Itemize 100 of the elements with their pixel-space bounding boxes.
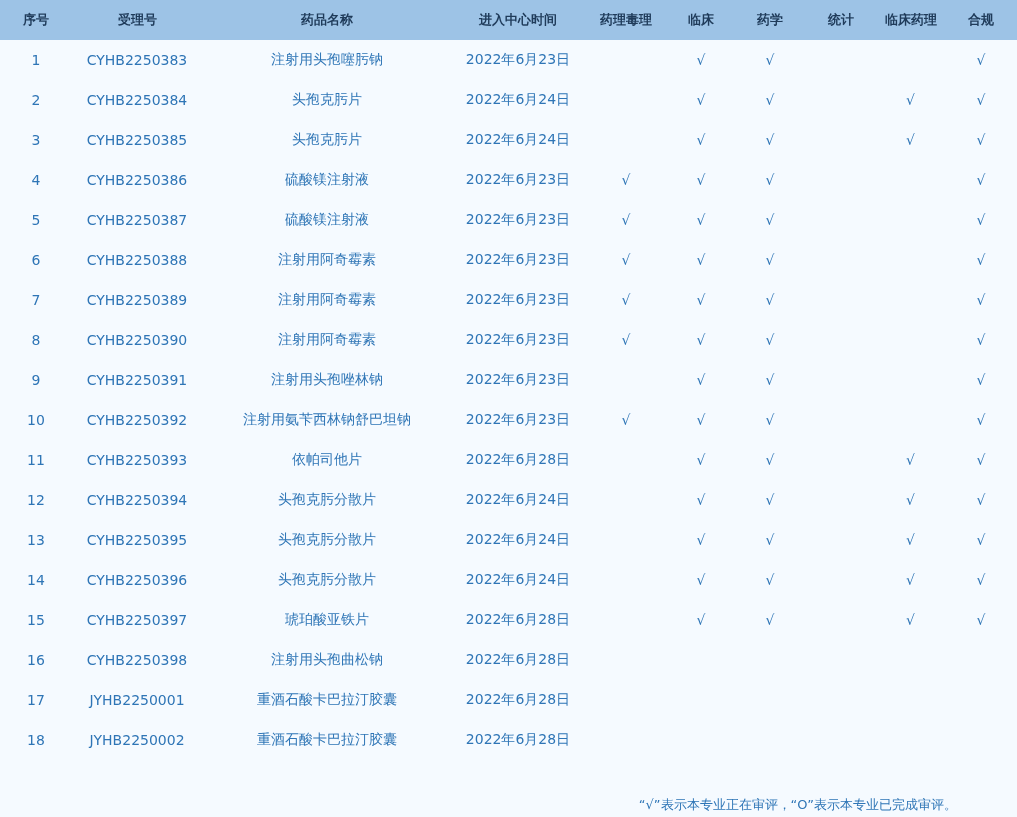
row-number: 17: [27, 692, 45, 708]
check-mark: √: [906, 492, 915, 508]
acceptance-number: CYHB2250392: [86, 412, 188, 428]
check-mark: √: [696, 612, 706, 628]
drug-name: 头孢克肟片: [292, 91, 362, 109]
entry-date: 2022年6月24日: [465, 571, 571, 589]
row-number: 11: [27, 452, 45, 468]
acceptance-number: CYHB2250395: [86, 532, 188, 548]
check-mark: √: [765, 332, 775, 348]
check-mark: √: [765, 532, 775, 548]
check-mark: √: [906, 452, 915, 468]
row-number: 14: [27, 572, 45, 588]
drug-name: 琥珀酸亚铁片: [285, 611, 369, 629]
check-mark: √: [976, 452, 986, 468]
entry-date: 2022年6月28日: [465, 611, 571, 629]
check-mark: √: [696, 132, 706, 148]
column-header: 合规: [968, 11, 994, 29]
check-mark: √: [976, 292, 986, 308]
drug-name: 重酒石酸卡巴拉汀胶囊: [257, 731, 397, 749]
acceptance-number: CYHB2250387: [86, 212, 188, 228]
entry-date: 2022年6月23日: [465, 411, 571, 429]
check-mark: √: [976, 332, 986, 348]
drug-name: 注射用阿奇霉素: [278, 251, 376, 269]
check-mark: √: [696, 412, 706, 428]
check-mark: √: [696, 452, 706, 468]
check-mark: √: [765, 612, 775, 628]
entry-date: 2022年6月23日: [465, 331, 571, 349]
entry-date: 2022年6月23日: [465, 51, 571, 69]
check-mark: √: [976, 92, 986, 108]
check-mark: √: [976, 372, 986, 388]
footnote: “√”表示本专业正在审评，“O”表示本专业已完成审评。: [638, 796, 957, 814]
entry-date: 2022年6月23日: [465, 371, 571, 389]
check-mark: √: [765, 92, 775, 108]
row-number: 13: [27, 532, 45, 548]
entry-date: 2022年6月23日: [465, 291, 571, 309]
check-mark: √: [765, 492, 775, 508]
column-header: 临床: [688, 11, 714, 29]
row-number: 8: [31, 332, 41, 348]
check-mark: √: [976, 212, 986, 228]
column-header: 临床药理: [884, 11, 937, 29]
check-mark: √: [906, 532, 915, 548]
row-number: 3: [31, 132, 41, 148]
check-mark: √: [976, 252, 986, 268]
acceptance-number: CYHB2250385: [86, 132, 188, 148]
check-mark: √: [906, 612, 915, 628]
check-mark: √: [765, 452, 775, 468]
check-mark: √: [765, 372, 775, 388]
drug-name: 头孢克肟分散片: [278, 531, 376, 549]
check-mark: √: [621, 412, 631, 428]
check-mark: √: [696, 52, 706, 68]
entry-date: 2022年6月23日: [465, 171, 571, 189]
check-mark: √: [696, 252, 706, 268]
drug-name: 注射用头孢曲松钠: [271, 651, 383, 669]
acceptance-number: CYHB2250384: [86, 92, 188, 108]
acceptance-number: CYHB2250386: [86, 172, 188, 188]
acceptance-number: CYHB2250389: [86, 292, 188, 308]
check-mark: √: [696, 172, 706, 188]
entry-date: 2022年6月24日: [465, 91, 571, 109]
row-number: 15: [27, 612, 45, 628]
check-mark: √: [976, 52, 986, 68]
entry-date: 2022年6月23日: [465, 211, 571, 229]
entry-date: 2022年6月24日: [465, 491, 571, 509]
check-mark: √: [696, 292, 706, 308]
acceptance-number: CYHB2250393: [86, 452, 188, 468]
drug-name: 注射用阿奇霉素: [278, 291, 376, 309]
check-mark: √: [906, 92, 915, 108]
column-header: 药理毒理: [600, 11, 652, 29]
check-mark: √: [906, 572, 915, 588]
check-mark: √: [696, 332, 706, 348]
check-mark: √: [976, 412, 986, 428]
entry-date: 2022年6月24日: [465, 531, 571, 549]
acceptance-number: CYHB2250390: [86, 332, 188, 348]
check-mark: √: [696, 372, 706, 388]
column-header: 进入中心时间: [479, 11, 557, 29]
check-mark: √: [765, 172, 775, 188]
drug-name: 头孢克肟片: [292, 131, 362, 149]
check-mark: √: [976, 612, 986, 628]
check-mark: √: [765, 292, 775, 308]
acceptance-number: CYHB2250398: [86, 652, 188, 668]
row-number: 6: [31, 252, 41, 268]
check-mark: √: [621, 172, 631, 188]
column-header: 药品名称: [301, 11, 353, 29]
drug-name: 头孢克肟分散片: [278, 571, 376, 589]
column-header: 序号: [23, 11, 49, 29]
acceptance-number: CYHB2250388: [86, 252, 188, 268]
entry-date: 2022年6月24日: [465, 131, 571, 149]
row-number: 12: [27, 492, 45, 508]
check-mark: √: [976, 132, 986, 148]
check-mark: √: [976, 532, 986, 548]
column-header: 受理号: [117, 11, 157, 29]
check-mark: √: [765, 132, 775, 148]
acceptance-number: CYHB2250397: [86, 612, 188, 628]
drug-name: 重酒石酸卡巴拉汀胶囊: [257, 691, 397, 709]
check-mark: √: [765, 572, 775, 588]
acceptance-number: JYHB2250001: [89, 692, 185, 708]
check-mark: √: [765, 212, 775, 228]
drug-name: 头孢克肟分散片: [278, 491, 376, 509]
row-number: 1: [31, 52, 41, 68]
drug-name: 注射用氨苄西林钠舒巴坦钠: [243, 411, 411, 429]
check-mark: √: [621, 252, 631, 268]
